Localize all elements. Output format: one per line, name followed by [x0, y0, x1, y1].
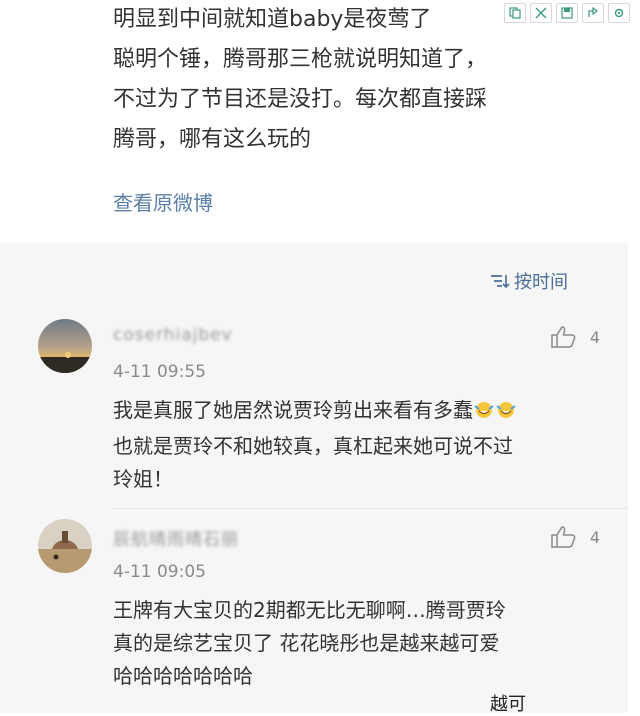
post-line: 聪明个锤，腾哥那三枪就说明知道了，	[113, 47, 488, 72]
comments-section: 按时间 coserhiajbev 4 4-11 09:55 我是真服了她居然说贾…	[0, 243, 628, 713]
like-count: 4	[589, 327, 600, 347]
comment-line: 玲姐！	[113, 467, 173, 491]
sort-label: 按时间	[514, 272, 568, 293]
comment-line: 王牌有大宝贝的2期都无比无聊啊…腾哥贾玲	[113, 598, 506, 622]
sort-icon	[491, 275, 510, 289]
fullscreen-icon[interactable]	[530, 3, 552, 23]
like-count: 4	[589, 527, 600, 547]
post-text: 明显到中间就知道baby是夜莺了 聪明个锤，腾哥那三枪就说明知道了， 不过为了节…	[113, 0, 613, 160]
divider	[113, 508, 628, 509]
like-button[interactable]: 4	[550, 525, 600, 549]
comment-username[interactable]: coserhiajbev	[113, 325, 233, 345]
settings-icon[interactable]	[608, 3, 630, 23]
laugh-cry-emoji-icon	[495, 397, 517, 430]
comment-line: 也就是贾玲不和她较真，真杠起来她可说不过	[113, 434, 513, 458]
comment-time: 4-11 09:55	[113, 362, 206, 382]
image-toolbar	[504, 3, 630, 23]
post-line: 腾哥，哪有这么玩的	[113, 127, 312, 152]
copy-icon[interactable]	[504, 3, 526, 23]
thumbs-up-icon	[551, 326, 576, 348]
sort-by-time-button[interactable]: 按时间	[488, 268, 568, 294]
post-line: 不过为了节目还是没打。每次都直接踩	[113, 87, 488, 112]
watermark-fragment: 越可	[490, 694, 526, 715]
comment-text: 我是真服了她居然说贾玲剪出来看有多蠢 也就是贾玲不和她较真，真杠起来她可说不过 …	[113, 394, 613, 496]
comment-line: 哈哈哈哈哈哈哈	[113, 664, 253, 688]
thumbs-up-icon	[551, 526, 576, 548]
laugh-cry-emoji-icon	[473, 397, 495, 430]
comment-text: 王牌有大宝贝的2期都无比无聊啊…腾哥贾玲 真的是综艺宝贝了 花花晓彤也是越来越可…	[113, 594, 613, 693]
comment-time: 4-11 09:05	[113, 562, 206, 582]
avatar[interactable]	[38, 519, 92, 573]
save-icon[interactable]	[556, 3, 578, 23]
comment-line: 我是真服了她居然说贾玲剪出来看有多蠢	[113, 398, 473, 422]
share-icon[interactable]	[582, 3, 604, 23]
avatar[interactable]	[38, 319, 92, 373]
view-original-link[interactable]: 查看原微博	[113, 189, 213, 217]
comment-username[interactable]: 辰航晴雨晴石丽	[113, 525, 239, 550]
like-button[interactable]: 4	[550, 325, 600, 349]
comment-line: 真的是综艺宝贝了 花花晓彤也是越来越可爱	[113, 631, 500, 655]
